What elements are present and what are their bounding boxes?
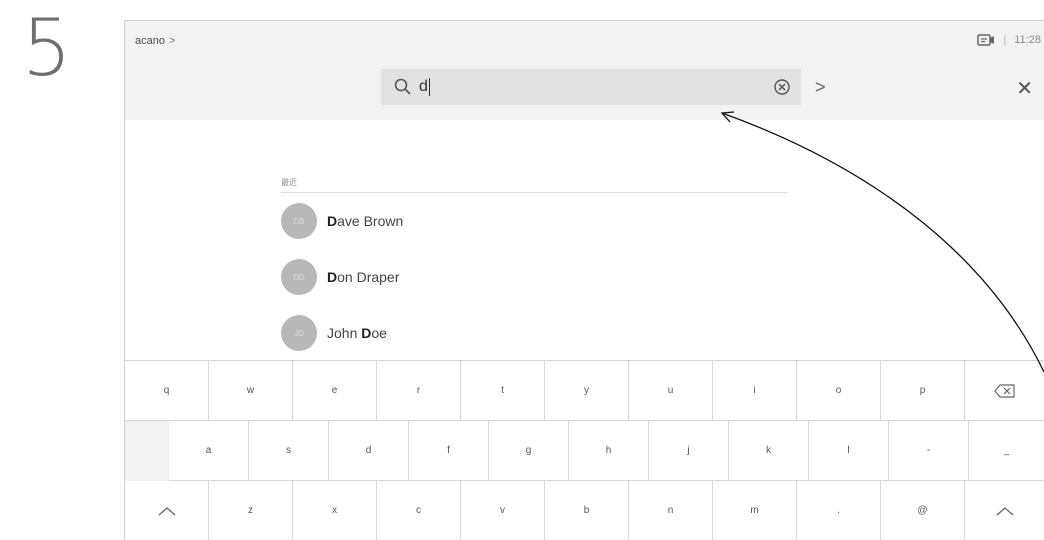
- contact-item[interactable]: JD John Doe: [281, 305, 787, 361]
- key-at[interactable]: @: [881, 481, 965, 540]
- key-t[interactable]: t: [461, 361, 545, 421]
- section-label: 最近: [281, 177, 787, 193]
- step-number: 5: [22, 4, 72, 94]
- backspace-icon: [993, 383, 1015, 398]
- avatar: DB: [281, 203, 317, 239]
- key-q[interactable]: q: [125, 361, 209, 421]
- search-query-text: d: [419, 78, 428, 96]
- key-k[interactable]: k: [729, 421, 809, 481]
- key-d[interactable]: d: [329, 421, 409, 481]
- key-period[interactable]: .: [797, 481, 881, 540]
- key-u[interactable]: u: [629, 361, 713, 421]
- key-o[interactable]: o: [797, 361, 881, 421]
- shift-key[interactable]: [125, 481, 209, 540]
- text-caret: [428, 77, 430, 96]
- keyboard-row-3: z x c v b n m. @: [125, 481, 1044, 540]
- status-area: | 11:28: [977, 33, 1041, 47]
- search-query: d: [419, 77, 430, 96]
- key-i[interactable]: i: [713, 361, 797, 421]
- name-rest: on Draper: [337, 269, 400, 285]
- key-b[interactable]: b: [545, 481, 629, 540]
- search-input[interactable]: d: [381, 69, 801, 105]
- contact-item[interactable]: DD Don Draper: [281, 249, 787, 305]
- avatar: JD: [281, 315, 317, 351]
- key-r[interactable]: r: [377, 361, 461, 421]
- backspace-key[interactable]: [965, 361, 1044, 421]
- key-p[interactable]: p: [881, 361, 965, 421]
- video-camera-icon: [977, 34, 995, 46]
- contact-name: Dave Brown: [327, 213, 403, 229]
- breadcrumb[interactable]: acano >: [135, 35, 175, 47]
- name-rest: oe: [371, 325, 387, 341]
- key-j[interactable]: j: [649, 421, 729, 481]
- key-a[interactable]: a: [169, 421, 249, 481]
- clear-circle-icon[interactable]: [773, 78, 791, 96]
- key-c[interactable]: c: [377, 481, 461, 540]
- key-g[interactable]: g: [489, 421, 569, 481]
- status-separator: |: [1003, 34, 1007, 46]
- name-rest: ave Brown: [337, 213, 404, 229]
- key-h[interactable]: h: [569, 421, 649, 481]
- key-n[interactable]: n: [629, 481, 713, 540]
- name-prefix: John: [327, 325, 362, 341]
- close-button[interactable]: ✕: [1016, 76, 1033, 101]
- avatar: DD: [281, 259, 317, 295]
- shift-key[interactable]: [965, 481, 1044, 540]
- clock: 11:28: [1014, 34, 1041, 46]
- key-w[interactable]: w: [209, 361, 293, 421]
- key-hyphen[interactable]: -: [889, 421, 969, 481]
- key-f[interactable]: f: [409, 421, 489, 481]
- key-underscore[interactable]: _: [969, 421, 1044, 481]
- search-results: 最近 DB Dave Brown DD Don Draper JD John D…: [281, 177, 787, 361]
- keyboard-row-2: a s d f g h j k l - _: [125, 421, 1044, 481]
- key-z[interactable]: z: [209, 481, 293, 540]
- key-y[interactable]: y: [545, 361, 629, 421]
- keyboard-row-1: qwertyuiop: [125, 361, 1044, 421]
- go-button[interactable]: >: [815, 77, 826, 98]
- key-v[interactable]: v: [461, 481, 545, 540]
- contact-item[interactable]: DB Dave Brown: [281, 193, 787, 249]
- key-x[interactable]: x: [293, 481, 377, 540]
- name-match: D: [327, 269, 338, 285]
- search-icon: [394, 78, 411, 95]
- contact-name: Don Draper: [327, 269, 399, 285]
- breadcrumb-label: acano: [135, 35, 165, 47]
- device-screen: acano > | 11:28 d > ✕ 最近 DB Dave Brown D…: [124, 20, 1044, 540]
- key-m[interactable]: m: [713, 481, 797, 540]
- breadcrumb-chevron: >: [168, 35, 176, 47]
- key-e[interactable]: e: [293, 361, 377, 421]
- name-match: D: [361, 325, 372, 341]
- contact-name: John Doe: [327, 325, 387, 341]
- chevron-up-icon: [996, 506, 1013, 515]
- key-s[interactable]: s: [249, 421, 329, 481]
- on-screen-keyboard: qwertyuiop a s d f g h j k l - _ z x c v b n m. @: [125, 360, 1044, 540]
- key-l[interactable]: l: [809, 421, 889, 481]
- name-match: D: [327, 213, 338, 229]
- search-header: acano > | 11:28 d > ✕: [125, 21, 1044, 120]
- chevron-up-icon: [158, 506, 175, 515]
